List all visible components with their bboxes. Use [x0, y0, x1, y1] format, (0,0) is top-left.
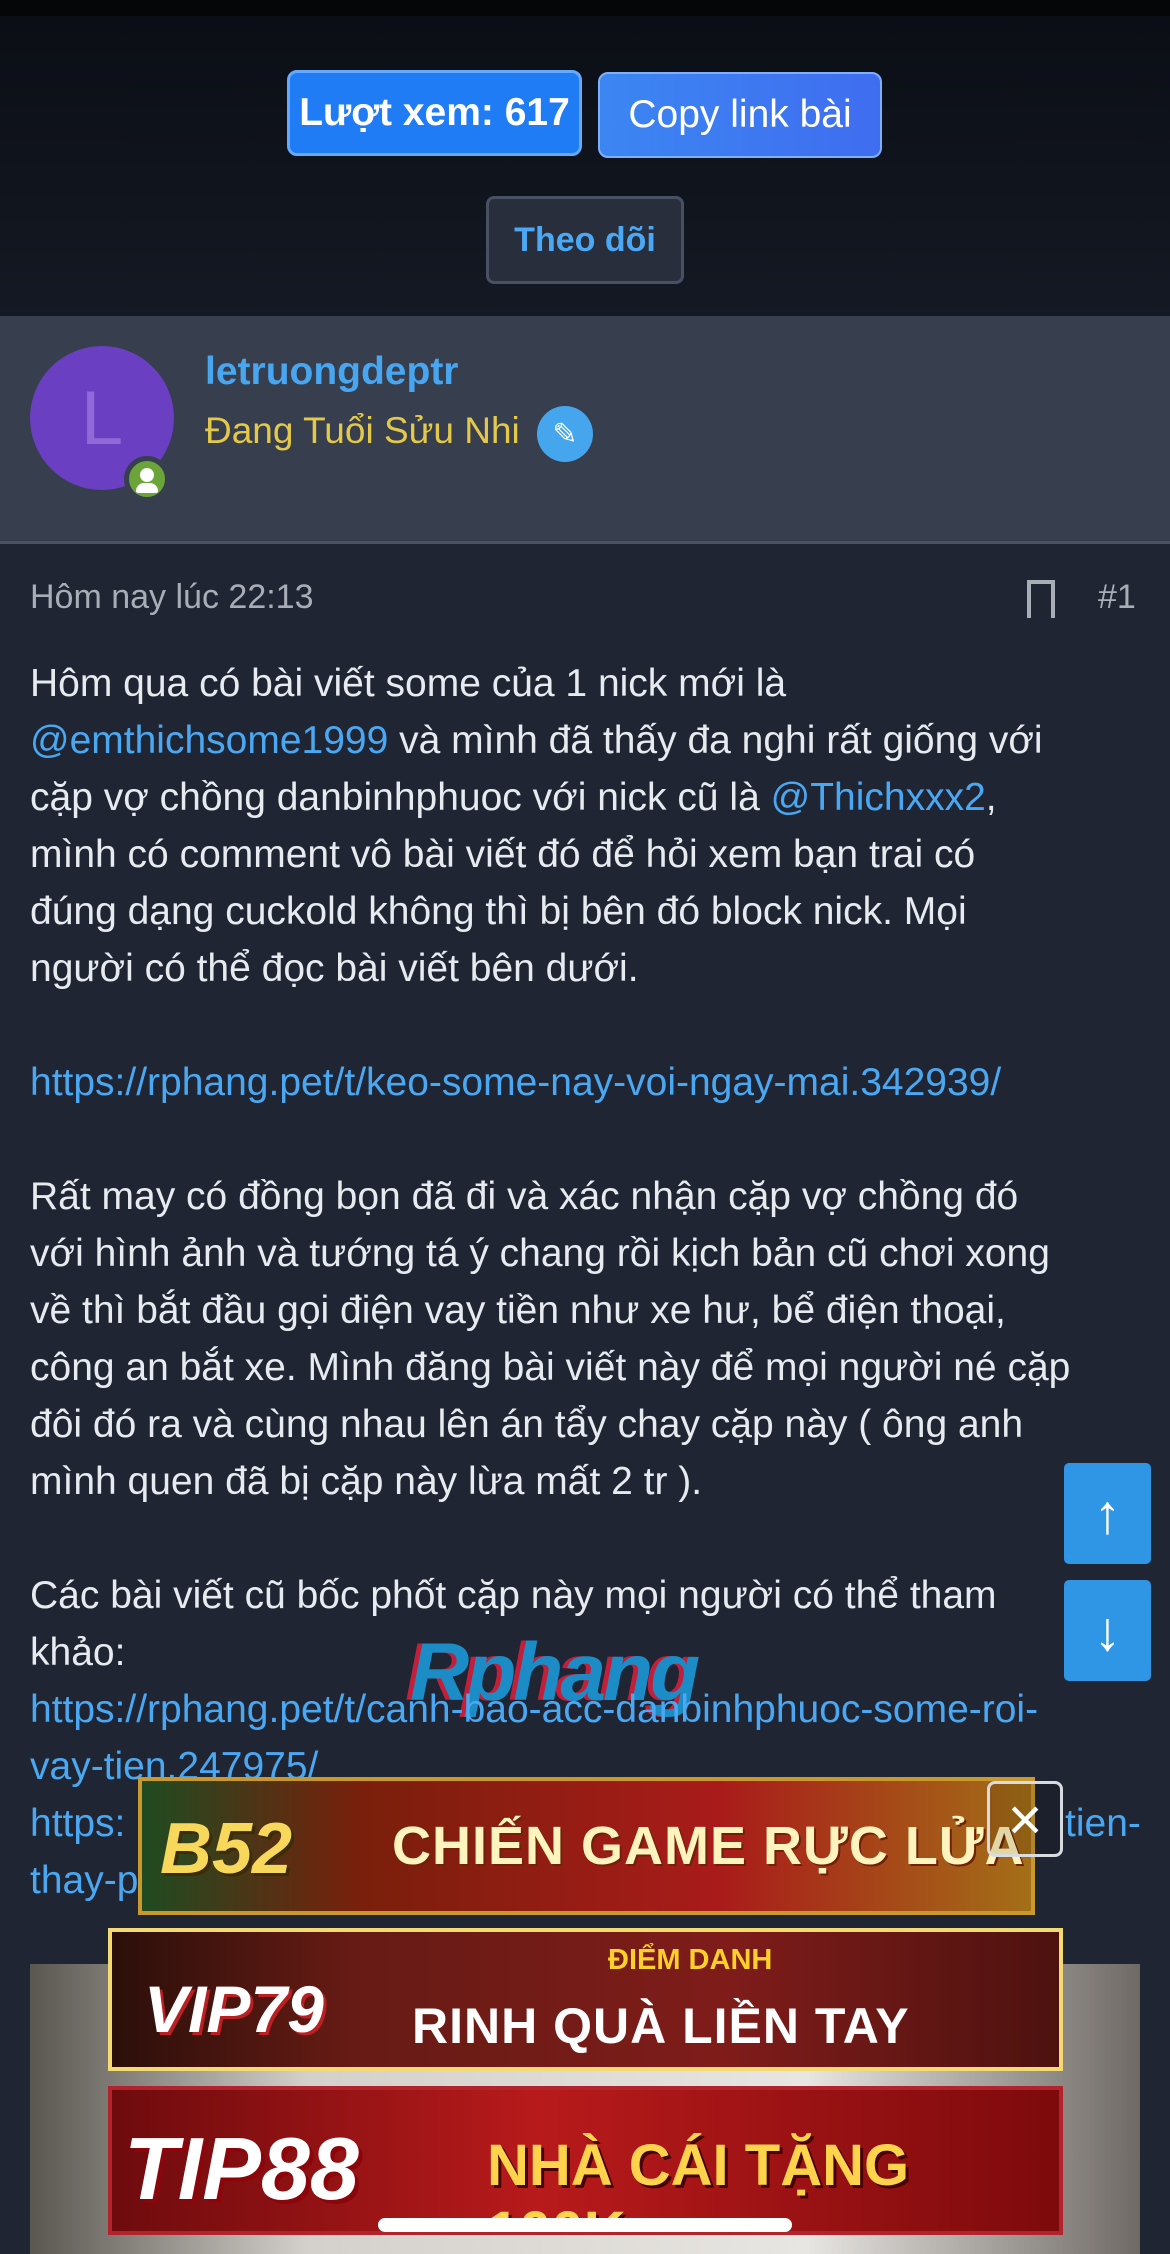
post-line: mình có comment vô bài viết đó để hỏi xe… — [30, 833, 976, 876]
arrow-down-icon[interactable]: ↓ — [1064, 1580, 1151, 1681]
ad-banner-b52[interactable]: B52 CHIẾN GAME RỰC LỬA — [138, 1777, 1035, 1915]
post-line: khảo: — [30, 1631, 126, 1674]
post-line: Rất may có đồng bọn đã đi và xác nhận cặ… — [30, 1175, 1019, 1218]
views-button[interactable]: Lượt xem: 617 — [287, 70, 582, 156]
copy-link-button[interactable]: Copy link bài — [598, 72, 882, 158]
ad-banner-tip88[interactable]: TIP88 NHÀ CÁI TẶNG 100K — [108, 2086, 1063, 2235]
post-line: đúng dạng cuckold không thì bị bên đó bl… — [30, 890, 967, 933]
ad-banner-vip79[interactable]: VIP79 ĐIỂM DANH RINH QUÀ LIỀN TAY — [108, 1928, 1063, 2071]
status-bar — [0, 0, 1170, 16]
post-link[interactable]: https://rphang.pet/t/keo-some-nay-voi-ng… — [30, 1054, 1150, 1111]
post-time: Hôm nay lúc 22:13 — [30, 578, 314, 616]
thread-header: Lượt xem: 617 Copy link bài Theo dõi — [0, 16, 1170, 316]
verified-badge-icon: ✎ — [537, 406, 593, 462]
bookmark-icon[interactable] — [1027, 580, 1055, 628]
post-line: @emthichsome1999 và mình đã thấy đa nghi… — [30, 719, 1043, 762]
post-line: Hôm qua có bài viết some của 1 nick mới … — [30, 662, 787, 705]
post-line: đôi đó ra và cùng nhau lên án tẩy chay c… — [30, 1403, 1024, 1446]
vip79-logo: VIP79 — [144, 1972, 324, 2046]
post-author: L letruongdeptr Đang Tuổi Sửu Nhi ✎ — [0, 316, 1170, 544]
author-title: Đang Tuổi Sửu Nhi — [205, 410, 520, 451]
post-line: về thì bắt đầu gọi điện vay tiền như xe … — [30, 1289, 1006, 1332]
vip79-main-text: RINH QUÀ LIỀN TAY — [412, 1998, 910, 2054]
post-link[interactable]: https://rphang.pet/t/canh-bao-acc-danbin… — [30, 1681, 1150, 1738]
mention-link[interactable]: @Thichxxx2 — [771, 776, 986, 819]
home-indicator[interactable] — [378, 2218, 792, 2232]
close-icon[interactable]: × — [987, 1781, 1063, 1857]
post-link[interactable]: tien- — [1065, 1795, 1155, 1852]
post-line: người có thể đọc bài viết bên dưới. — [30, 947, 639, 990]
post-line: mình quen đã bị cặp này lừa mất 2 tr ). — [30, 1460, 703, 1503]
post-line: Các bài viết cũ bốc phốt cặp này mọi ngư… — [30, 1574, 997, 1617]
b52-logo: B52 — [160, 1809, 293, 1889]
b52-slogan: CHIẾN GAME RỰC LỬA — [392, 1816, 1025, 1876]
arrow-up-icon[interactable]: ↑ — [1064, 1463, 1151, 1564]
post-line: công an bắt xe. Mình đăng bài viết này đ… — [30, 1346, 1071, 1389]
post-number[interactable]: #1 — [1098, 578, 1136, 617]
tip88-logo: TIP88 — [124, 2119, 359, 2218]
page: { "header": { "views_label": "Lượt xem: … — [0, 0, 1170, 2254]
online-status-icon — [124, 456, 170, 502]
post-line: cặp vợ chồng danbinhphuoc với nick cũ là… — [30, 776, 997, 819]
vip79-top-text: ĐIỂM DANH — [608, 1944, 773, 1976]
follow-button[interactable]: Theo dõi — [486, 196, 684, 284]
author-name[interactable]: letruongdeptr — [205, 350, 458, 394]
mention-link[interactable]: @emthichsome1999 — [30, 719, 388, 762]
post-line: với hình ảnh và tướng tá ý chang rồi kịc… — [30, 1232, 1050, 1275]
